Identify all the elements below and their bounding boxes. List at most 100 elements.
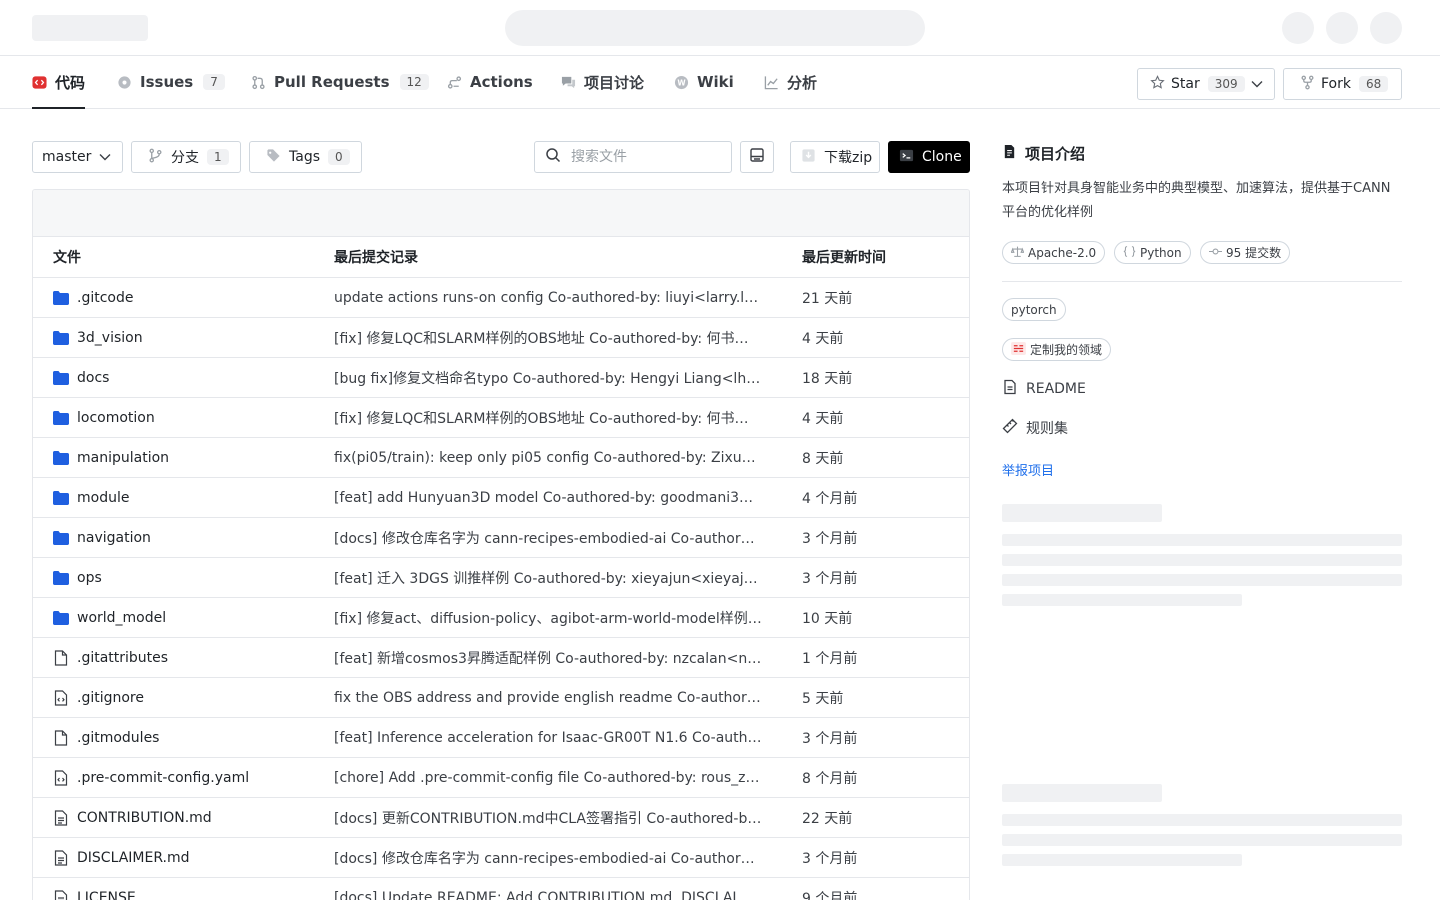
latest-commit-bar xyxy=(33,190,969,237)
commit-message-link[interactable]: [feat] add Hunyuan3D model Co-authored-b… xyxy=(334,490,764,506)
clone-button[interactable]: Clone xyxy=(888,141,970,173)
table-row[interactable]: world_model [fix] 修复act、diffusion-policy、… xyxy=(33,598,969,638)
file-cell: world_model xyxy=(53,610,166,626)
tab-pull-requests[interactable]: Pull Requests 12 xyxy=(251,56,429,108)
rules-link[interactable]: 规则集 xyxy=(1002,418,1068,438)
global-search-placeholder xyxy=(505,10,925,46)
commits-badge[interactable]: 95 提交数 xyxy=(1200,241,1291,264)
loading-placeholder xyxy=(1002,814,1402,826)
table-row[interactable]: DISCLAIMER.md [docs] 修改仓库名字为 cann-recipes… xyxy=(33,838,969,878)
file-name-link[interactable]: .pre-commit-config.yaml xyxy=(77,770,249,786)
tab-label: Wiki xyxy=(697,73,734,91)
file-name-link[interactable]: DISCLAIMER.md xyxy=(77,850,190,866)
file-name-link[interactable]: ops xyxy=(77,570,102,586)
file-name-link[interactable]: CONTRIBUTION.md xyxy=(77,810,212,826)
commit-message-link[interactable]: [docs] 修改仓库名字为 cann-recipes-embodied-ai … xyxy=(334,848,764,868)
updated-time: 3 个月前 xyxy=(802,530,858,547)
table-row[interactable]: LICENSE [docs] Update README; Add CONTRIB… xyxy=(33,878,969,900)
table-row[interactable]: manipulation fix(pi05/train): keep only p… xyxy=(33,438,969,478)
commit-message-link[interactable]: [docs] 修改仓库名字为 cann-recipes-embodied-ai … xyxy=(334,528,764,548)
table-row[interactable]: 3d_vision [fix] 修复LQC和SLARM样例的OBS地址 Co-au… xyxy=(33,318,969,358)
terminal-icon xyxy=(749,147,765,167)
branch-select[interactable]: master xyxy=(32,141,123,173)
folder-icon xyxy=(53,330,69,345)
table-row[interactable]: ops [feat] 迁入 3DGS 训推样例 Co-authored-by: x… xyxy=(33,558,969,598)
search-input[interactable] xyxy=(571,149,721,165)
file-name-link[interactable]: 3d_vision xyxy=(77,330,143,346)
file-name-link[interactable]: .gitmodules xyxy=(77,730,159,746)
scale-icon xyxy=(1010,245,1025,261)
readme-link[interactable]: README xyxy=(1002,379,1086,399)
commit-message-link[interactable]: [bug fix]修复文档命名typo Co-authored-by: Heng… xyxy=(334,368,764,388)
commit-message-link[interactable]: [docs] Update README; Add CONTRIBUTION.m… xyxy=(334,890,764,900)
file-name-link[interactable]: LICENSE xyxy=(77,890,136,900)
issues-count: 7 xyxy=(203,74,225,90)
commit-message-link[interactable]: [feat] 新增cosmos3昇腾适配样例 Co-authored-by: n… xyxy=(334,648,764,668)
branches-button[interactable]: 分支 1 xyxy=(131,141,241,173)
chevron-down-icon[interactable] xyxy=(1240,69,1274,99)
license-label: Apache-2.0 xyxy=(1028,245,1097,260)
table-row[interactable]: .pre-commit-config.yaml [chore] Add .pre-… xyxy=(33,758,969,798)
table-row[interactable]: .gitmodules [feat] Inference acceleration… xyxy=(33,718,969,758)
commit-message-link[interactable]: [feat] Inference acceleration for Isaac-… xyxy=(334,730,764,746)
table-row[interactable]: .gitattributes [feat] 新增cosmos3昇腾适配样例 Co-… xyxy=(33,638,969,678)
document-icon xyxy=(53,849,69,866)
commit-message-link[interactable]: [fix] 修复act、diffusion-policy、agibot-arm-… xyxy=(334,608,764,628)
report-link[interactable]: 举报项目 xyxy=(1002,460,1054,479)
table-row[interactable]: module [feat] add Hunyuan3D model Co-auth… xyxy=(33,478,969,518)
document-icon xyxy=(53,889,69,900)
commit-message-link[interactable]: fix the OBS address and provide english … xyxy=(334,690,764,706)
file-name-link[interactable]: .gitignore xyxy=(77,690,144,706)
table-row[interactable]: CONTRIBUTION.md [docs] 更新CONTRIBUTION.md中… xyxy=(33,798,969,838)
fork-label: Fork xyxy=(1321,76,1351,92)
file-name-link[interactable]: locomotion xyxy=(77,410,155,426)
column-header-file: 文件 xyxy=(53,250,81,266)
folder-icon xyxy=(53,370,69,385)
file-name-link[interactable]: navigation xyxy=(77,530,151,546)
commit-message-link[interactable]: [feat] 迁入 3DGS 训推样例 Co-authored-by: xiey… xyxy=(334,568,764,588)
star-button[interactable]: Star 309 xyxy=(1137,68,1275,100)
tab-issues[interactable]: Issues 7 xyxy=(117,56,225,108)
code-icon xyxy=(32,75,47,90)
file-name-link[interactable]: manipulation xyxy=(77,450,169,466)
commit-message-link[interactable]: [fix] 修复LQC和SLARM样例的OBS地址 Co-authored-by… xyxy=(334,328,764,348)
tags-button[interactable]: Tags 0 xyxy=(249,141,362,173)
download-zip-button[interactable]: 下载zip xyxy=(790,141,880,173)
table-row[interactable]: locomotion [fix] 修复LQC和SLARM样例的OBS地址 Co-a… xyxy=(33,398,969,438)
tab-code[interactable]: 代码 xyxy=(32,56,86,109)
folder-icon xyxy=(53,450,69,465)
updated-time: 8 个月前 xyxy=(802,770,858,787)
language-badge[interactable]: Python xyxy=(1114,241,1191,264)
table-row[interactable]: .gitignore fix the OBS address and provid… xyxy=(33,678,969,718)
commit-message-link[interactable]: update actions runs-on config Co-authore… xyxy=(334,290,764,306)
table-row[interactable]: navigation [docs] 修改仓库名字为 cann-recipes-em… xyxy=(33,518,969,558)
table-row[interactable]: docs [bug fix]修复文档命名typo Co-authored-by: … xyxy=(33,358,969,398)
file-name-link[interactable]: .gitattributes xyxy=(77,650,168,666)
file-cell: .gitmodules xyxy=(53,730,159,746)
fork-button[interactable]: Fork 68 xyxy=(1283,68,1402,100)
commit-message-link[interactable]: [fix] 修复LQC和SLARM样例的OBS地址 Co-authored-by… xyxy=(334,408,764,428)
wiki-icon: W xyxy=(674,75,689,90)
commit-message-link[interactable]: [docs] 更新CONTRIBUTION.md中CLA签署指引 Co-auth… xyxy=(334,808,764,828)
commit-message-link[interactable]: fix(pi05/train): keep only pi05 config C… xyxy=(334,450,764,466)
file-cell: .gitignore xyxy=(53,690,144,706)
tab-discussion[interactable]: 项目讨论 xyxy=(561,56,644,108)
license-badge[interactable]: Apache-2.0 xyxy=(1002,241,1106,264)
file-name-link[interactable]: module xyxy=(77,490,129,506)
web-ide-button[interactable] xyxy=(740,141,774,173)
updated-time: 4 天前 xyxy=(802,330,844,347)
file-name-link[interactable]: docs xyxy=(77,370,109,386)
folder-icon xyxy=(53,530,69,545)
file-cell: CONTRIBUTION.md xyxy=(53,810,212,826)
file-name-link[interactable]: .gitcode xyxy=(77,290,133,306)
file-name-link[interactable]: world_model xyxy=(77,610,166,626)
tab-actions[interactable]: Actions xyxy=(447,56,533,108)
topic-tag[interactable]: pytorch xyxy=(1002,298,1066,321)
star-label: Star xyxy=(1171,76,1200,92)
commit-message-link[interactable]: [chore] Add .pre-commit-config file Co-a… xyxy=(334,770,764,786)
tab-wiki[interactable]: W Wiki xyxy=(674,56,734,108)
file-search[interactable] xyxy=(534,141,732,173)
tab-analytics[interactable]: 分析 xyxy=(764,56,817,108)
table-row[interactable]: .gitcode update actions runs-on config Co… xyxy=(33,278,969,318)
customize-domain-button[interactable]: 定制我的领域 xyxy=(1002,338,1112,361)
